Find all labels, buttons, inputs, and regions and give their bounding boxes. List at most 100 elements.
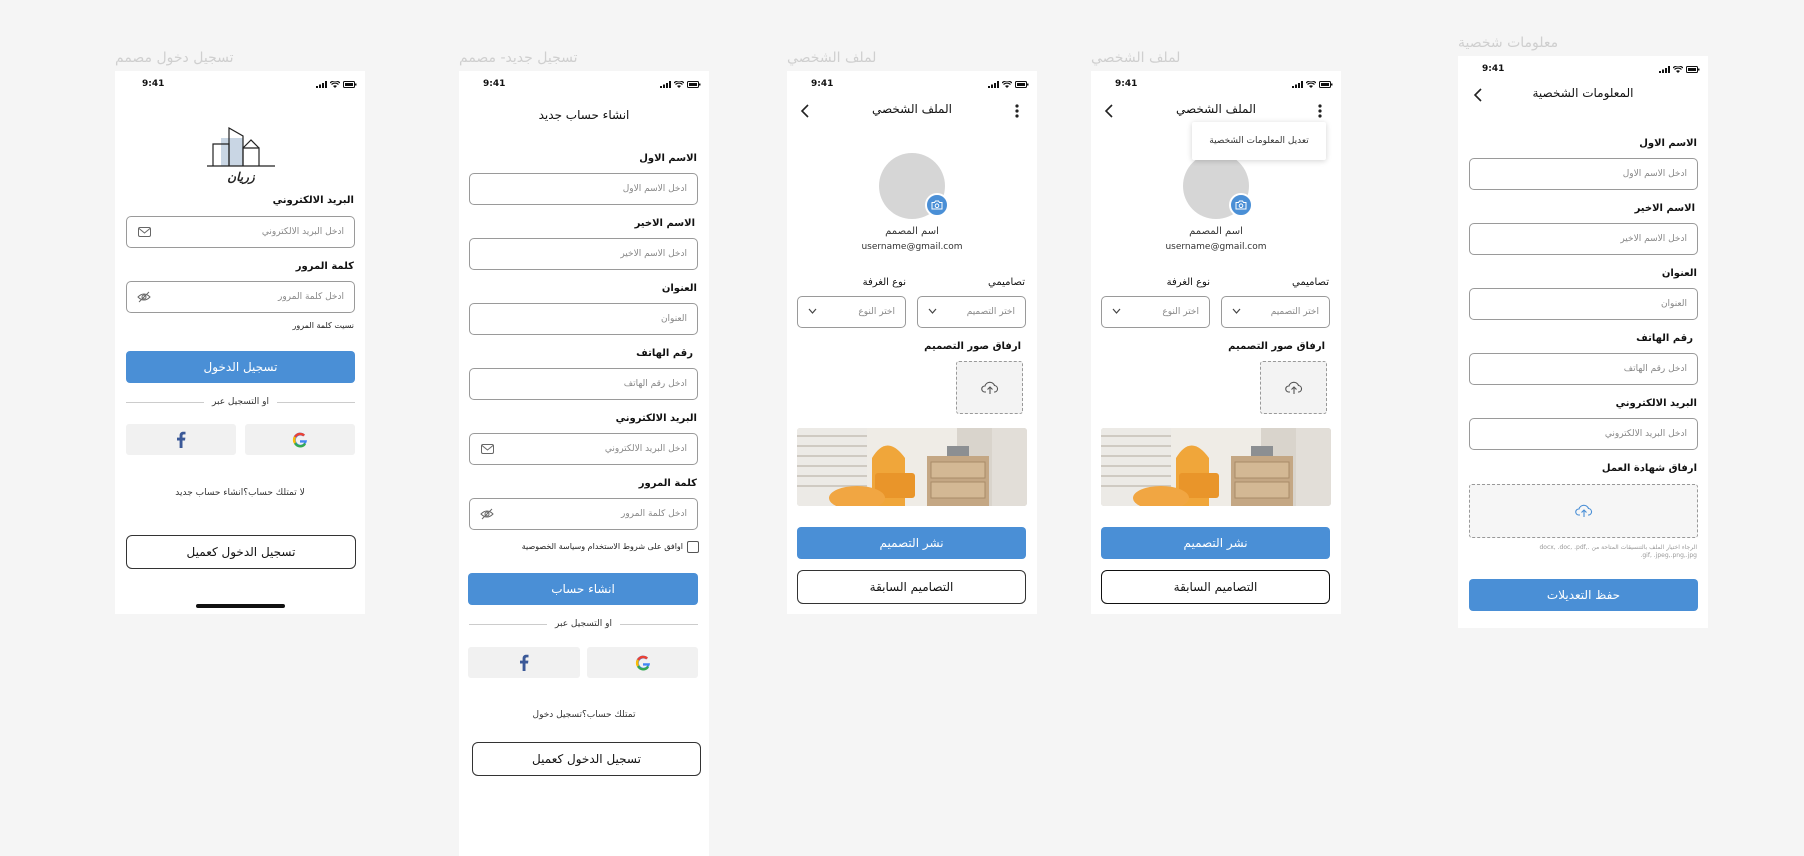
last-name-placeholder: ادخل الاسم الاخير xyxy=(1620,234,1687,244)
last-name-label: الاسم الاخير xyxy=(634,218,695,229)
address-label: العنوان xyxy=(661,283,697,294)
address-field[interactable]: العنوان xyxy=(469,303,698,335)
eye-off-icon[interactable] xyxy=(137,290,151,304)
wifi-icon xyxy=(1002,81,1012,88)
my-designs-placeholder: اختر التصميم xyxy=(966,307,1015,317)
email-label: البريد الالكتروني xyxy=(615,413,697,424)
camera-icon[interactable] xyxy=(925,193,949,217)
status-bar: 9:41 xyxy=(1091,79,1341,93)
status-bar: 9:41 xyxy=(1458,64,1708,78)
wifi-icon xyxy=(674,81,684,88)
status-time: 9:41 xyxy=(1115,79,1138,89)
first-name-label: الاسم الاول xyxy=(639,153,697,164)
status-time: 9:41 xyxy=(811,79,834,89)
address-placeholder: العنوان xyxy=(660,314,687,324)
google-button[interactable] xyxy=(245,424,355,455)
publish-design-button[interactable]: نشر التصميم xyxy=(1101,527,1330,559)
client-login-button[interactable]: تسجيل الدخول كعميل xyxy=(126,535,356,569)
previous-designs-button[interactable]: التصاميم السابقة xyxy=(797,570,1026,604)
password-field[interactable]: ادخل كلمة المرور xyxy=(126,281,355,313)
login-link[interactable]: تمتلك حساب؟تسجيل دخول xyxy=(459,710,709,720)
last-name-field[interactable]: ادخل الاسم الاخير xyxy=(1469,223,1698,255)
more-vertical-icon[interactable] xyxy=(1011,102,1023,120)
status-icons xyxy=(316,81,357,88)
phone-label: رقم الهاتف xyxy=(636,348,693,359)
address-field[interactable]: العنوان xyxy=(1469,288,1698,320)
status-bar: 9:41 xyxy=(459,79,709,93)
battery-icon xyxy=(1686,66,1700,73)
password-label: كلمة المرور xyxy=(638,478,697,489)
edit-info-menu-item[interactable]: تعديل المعلومات الشخصية xyxy=(1192,122,1326,160)
personal-info-screen: 9:41 المعلومات الشخصية الاسم الاول ادخل … xyxy=(1458,56,1708,628)
camera-icon[interactable] xyxy=(1229,193,1253,217)
my-designs-label: تصاميمي xyxy=(988,277,1025,288)
password-field[interactable]: ادخل كلمة المرور xyxy=(469,498,698,530)
previous-designs-button[interactable]: التصاميم السابقة xyxy=(1101,570,1330,604)
my-designs-select[interactable]: اختر التصميم xyxy=(917,296,1026,328)
phone-label: رقم الهاتف xyxy=(1636,333,1693,344)
signup-screen: 9:41 انشاء حساب جديد الاسم الاول ادخل ال… xyxy=(459,71,709,856)
phone-field[interactable]: ادخل رقم الهاتف xyxy=(1469,353,1698,385)
battery-icon xyxy=(687,81,701,88)
first-name-field[interactable]: ادخل الاسم الاول xyxy=(1469,158,1698,190)
email-field[interactable]: ادخل البريد الالكتروني xyxy=(469,433,698,465)
divider-line xyxy=(468,623,548,625)
attach-images-label: ارفاق صور التصميم xyxy=(924,341,1021,352)
building-logo-icon xyxy=(207,126,275,167)
terms-checkbox[interactable] xyxy=(687,541,699,553)
designer-name: اسم المصمم xyxy=(1189,226,1243,237)
room-type-select[interactable]: اختر النوع xyxy=(797,296,906,328)
email-field[interactable]: ادخل البريد الالكتروني xyxy=(1469,418,1698,450)
email-label: البريد الالكتروني xyxy=(272,195,354,206)
terms-text: اوافق على شروط الاستخدام وسياسة الخصوصية xyxy=(521,542,683,551)
mail-icon xyxy=(137,225,151,239)
room-type-placeholder: اختر النوع xyxy=(858,307,895,317)
save-changes-button[interactable]: حفظ التعديلات xyxy=(1469,579,1698,611)
login-button[interactable]: تسجيل الدخول xyxy=(126,351,355,383)
phone-field[interactable]: ادخل رقم الهاتف xyxy=(469,368,698,400)
room-type-select[interactable]: اختر النوع xyxy=(1101,296,1210,328)
last-name-field[interactable]: ادخل الاسم الاخير xyxy=(469,238,698,270)
room-type-label: نوع الغرفة xyxy=(1166,277,1210,288)
page-title: انشاء حساب جديد xyxy=(538,108,630,122)
divider-line xyxy=(619,623,698,625)
first-name-field[interactable]: ادخل الاسم الاول xyxy=(469,173,698,205)
or-register-text: او التسجيل عبر xyxy=(212,397,269,407)
designer-name: اسم المصمم xyxy=(885,226,939,237)
password-placeholder: ادخل كلمة المرور xyxy=(277,292,344,302)
certificate-upload-area[interactable] xyxy=(1469,484,1698,538)
facebook-button[interactable] xyxy=(126,424,236,455)
google-button[interactable] xyxy=(587,647,698,678)
wifi-icon xyxy=(1673,66,1683,73)
google-icon xyxy=(635,655,650,671)
frame-title-signup: تسجيل جديد- مصمم xyxy=(459,50,578,66)
signal-icon xyxy=(660,81,671,88)
login-screen: 9:41 زريان البريد الالكتروني ادخل البريد… xyxy=(115,71,365,614)
chevron-down-icon xyxy=(1112,307,1121,317)
email-field[interactable]: ادخل البريد الالكتروني xyxy=(126,216,355,248)
image-upload-area[interactable] xyxy=(956,361,1023,414)
publish-design-button[interactable]: نشر التصميم xyxy=(797,527,1026,559)
divider-line xyxy=(125,401,205,403)
certificate-label: ارفاق شهادة العمل xyxy=(1601,463,1697,474)
facebook-icon xyxy=(520,654,529,671)
first-name-label: الاسم الاول xyxy=(1639,138,1697,149)
forgot-password-link[interactable]: نسيت كلمة المرور xyxy=(292,321,354,330)
app-logo: زريان xyxy=(205,126,277,188)
my-designs-placeholder: اختر التصميم xyxy=(1270,307,1319,317)
create-account-button[interactable]: انشاء حساب xyxy=(468,573,698,605)
page-title: الملف الشخصي xyxy=(872,102,952,116)
password-label: كلمة المرور xyxy=(295,261,354,272)
image-upload-area[interactable] xyxy=(1260,361,1327,414)
phone-placeholder: ادخل رقم الهاتف xyxy=(623,379,687,389)
more-vertical-icon[interactable] xyxy=(1314,102,1326,120)
create-account-link[interactable]: لا تمتلك حساب؟انشاء حساب جديد xyxy=(115,488,365,498)
client-login-button[interactable]: تسجيل الدخول كعميل xyxy=(472,742,701,776)
status-icons xyxy=(660,81,701,88)
last-name-placeholder: ادخل الاسم الاخير xyxy=(620,249,687,259)
my-designs-select[interactable]: اختر التصميم xyxy=(1221,296,1330,328)
status-bar: 9:41 xyxy=(787,79,1037,93)
signal-icon xyxy=(1292,81,1303,88)
facebook-button[interactable] xyxy=(468,647,580,678)
eye-off-icon[interactable] xyxy=(480,507,494,521)
